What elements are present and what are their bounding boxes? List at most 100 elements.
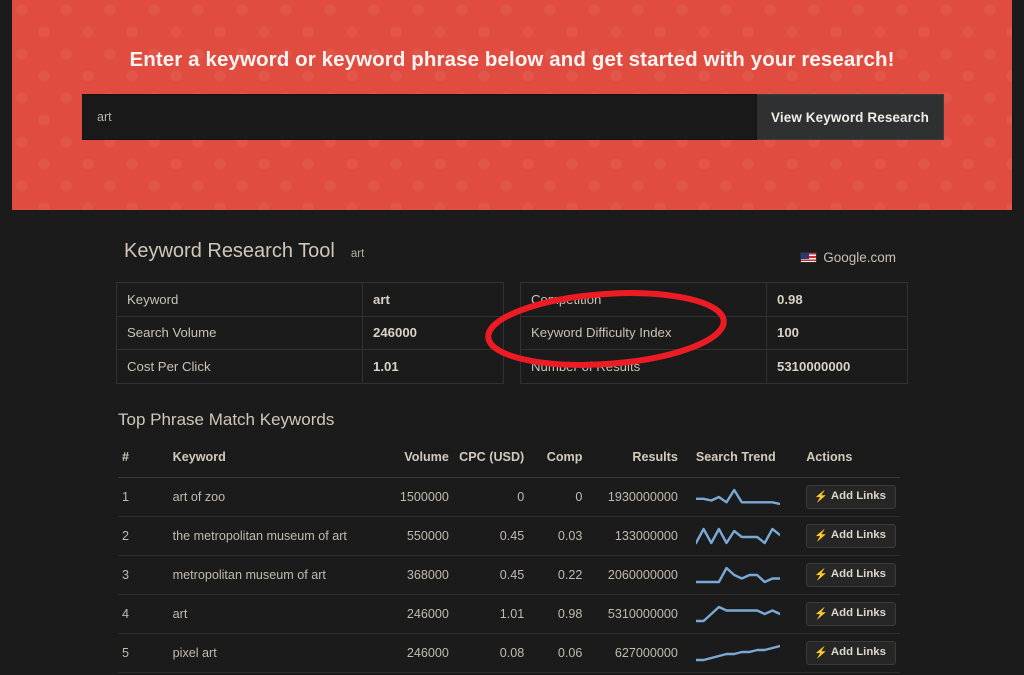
hero-banner: Enter a keyword or keyword phrase below …	[12, 0, 1012, 210]
table-row: Search Volume 246000	[117, 316, 504, 350]
bolt-icon: ⚡	[814, 609, 828, 620]
table-row: Number of Results 5310000000	[521, 350, 908, 384]
search-engine-indicator: Google.com	[800, 250, 896, 265]
row-index: 2	[118, 517, 169, 556]
view-keyword-research-button[interactable]: View Keyword Research	[757, 94, 944, 140]
us-flag-icon	[800, 252, 817, 263]
tool-header: Keyword Research Tool art	[124, 240, 364, 263]
add-links-label: Add Links	[831, 491, 886, 502]
column-header-cpc: CPC (USD)	[453, 444, 528, 478]
column-header-keyword: Keyword	[169, 444, 380, 478]
add-links-button[interactable]: ⚡Add Links	[806, 485, 896, 508]
add-links-button[interactable]: ⚡Add Links	[806, 641, 896, 664]
row-actions: ⚡Add Links	[790, 517, 900, 556]
row-keyword: metropolitan museum of art	[169, 556, 380, 595]
row-actions: ⚡Add Links	[790, 556, 900, 595]
keywords-section-title: Top Phrase Match Keywords	[118, 410, 334, 430]
row-results: 133000000	[586, 517, 681, 556]
row-cpc: 1.01	[453, 595, 528, 634]
add-links-button[interactable]: ⚡Add Links	[806, 524, 896, 547]
column-header-search-trend: Search Trend	[682, 444, 790, 478]
row-cpc: 0.08	[453, 634, 528, 673]
stat-value: 0.98	[767, 283, 908, 317]
table-row: 5pixel art2460000.080.06627000000⚡Add Li…	[118, 634, 900, 673]
stats-panels: Keyword art Search Volume 246000 Cost Pe…	[116, 282, 908, 384]
stat-label: Search Volume	[117, 316, 363, 350]
search-trend-sparkline	[682, 634, 790, 673]
main-content: Keyword Research Tool art Google.com Key…	[0, 210, 1024, 675]
row-cpc: 0	[453, 478, 528, 517]
stat-label: Keyword Difficulty Index	[521, 316, 767, 350]
table-row: Cost Per Click 1.01	[117, 350, 504, 384]
search-trend-sparkline	[682, 517, 790, 556]
keyword-search-bar: View Keyword Research	[82, 94, 944, 140]
table-row: Keyword Difficulty Index 100	[521, 316, 908, 350]
row-actions: ⚡Add Links	[790, 634, 900, 673]
add-links-button[interactable]: ⚡Add Links	[806, 563, 896, 586]
stat-value: art	[363, 283, 504, 317]
row-keyword: the metropolitan museum of art	[169, 517, 380, 556]
stat-value: 246000	[363, 316, 504, 350]
column-header-results: Results	[586, 444, 681, 478]
table-header-row: # Keyword Volume CPC (USD) Comp Results …	[118, 444, 900, 478]
row-volume: 550000	[379, 517, 453, 556]
table-row: 2the metropolitan museum of art5500000.4…	[118, 517, 900, 556]
search-trend-sparkline	[682, 556, 790, 595]
column-header-volume: Volume	[379, 444, 453, 478]
row-actions: ⚡Add Links	[790, 478, 900, 517]
table-row: 1art of zoo1500000001930000000⚡Add Links	[118, 478, 900, 517]
keywords-table-body: 1art of zoo1500000001930000000⚡Add Links…	[118, 478, 900, 673]
bolt-icon: ⚡	[814, 531, 828, 542]
stat-value: 1.01	[363, 350, 504, 384]
row-comp: 0.03	[528, 517, 586, 556]
row-index: 4	[118, 595, 169, 634]
bolt-icon: ⚡	[814, 570, 828, 581]
stat-label: Number of Results	[521, 350, 767, 384]
add-links-label: Add Links	[831, 530, 886, 541]
add-links-label: Add Links	[831, 608, 886, 619]
bolt-icon: ⚡	[814, 648, 828, 659]
table-row: Keyword art	[117, 283, 504, 317]
current-keyword-badge: art	[351, 248, 364, 260]
hero-title: Enter a keyword or keyword phrase below …	[12, 48, 1012, 72]
bolt-icon: ⚡	[814, 492, 828, 503]
row-comp: 0	[528, 478, 586, 517]
column-header-comp: Comp	[528, 444, 586, 478]
search-engine-label: Google.com	[823, 250, 896, 265]
row-index: 3	[118, 556, 169, 595]
column-header-actions: Actions	[790, 444, 900, 478]
table-row: 4art2460001.010.985310000000 ⚡Add Links	[118, 595, 900, 634]
top-phrase-match-keywords-table: # Keyword Volume CPC (USD) Comp Results …	[118, 444, 900, 673]
row-comp: 0.22	[528, 556, 586, 595]
stats-table-left: Keyword art Search Volume 246000 Cost Pe…	[116, 282, 504, 384]
search-trend-sparkline	[682, 595, 790, 634]
row-actions: ⚡Add Links	[790, 595, 900, 634]
keyword-search-input[interactable]	[82, 94, 757, 140]
row-results: 1930000000	[586, 478, 681, 517]
row-results: 627000000	[586, 634, 681, 673]
row-comp: 0.98	[528, 595, 586, 634]
search-trend-sparkline	[682, 478, 790, 517]
row-keyword: art	[169, 595, 380, 634]
stat-label: Keyword	[117, 283, 363, 317]
stat-label: Cost Per Click	[117, 350, 363, 384]
row-index: 5	[118, 634, 169, 673]
row-cpc: 0.45	[453, 517, 528, 556]
table-row: 3metropolitan museum of art3680000.450.2…	[118, 556, 900, 595]
stat-value: 100	[767, 316, 908, 350]
stats-table-right: Competition 0.98 Keyword Difficulty Inde…	[520, 282, 908, 384]
row-comp: 0.06	[528, 634, 586, 673]
row-keyword: art of zoo	[169, 478, 380, 517]
add-links-button[interactable]: ⚡Add Links	[806, 602, 896, 625]
row-results: 5310000000	[586, 595, 681, 634]
page-title: Keyword Research Tool	[124, 240, 335, 263]
add-links-label: Add Links	[831, 647, 886, 658]
row-volume: 246000	[379, 595, 453, 634]
stat-value: 5310000000	[767, 350, 908, 384]
row-keyword: pixel art	[169, 634, 380, 673]
add-links-label: Add Links	[831, 569, 886, 580]
column-header-index: #	[118, 444, 169, 478]
row-volume: 1500000	[379, 478, 453, 517]
row-cpc: 0.45	[453, 556, 528, 595]
row-volume: 368000	[379, 556, 453, 595]
